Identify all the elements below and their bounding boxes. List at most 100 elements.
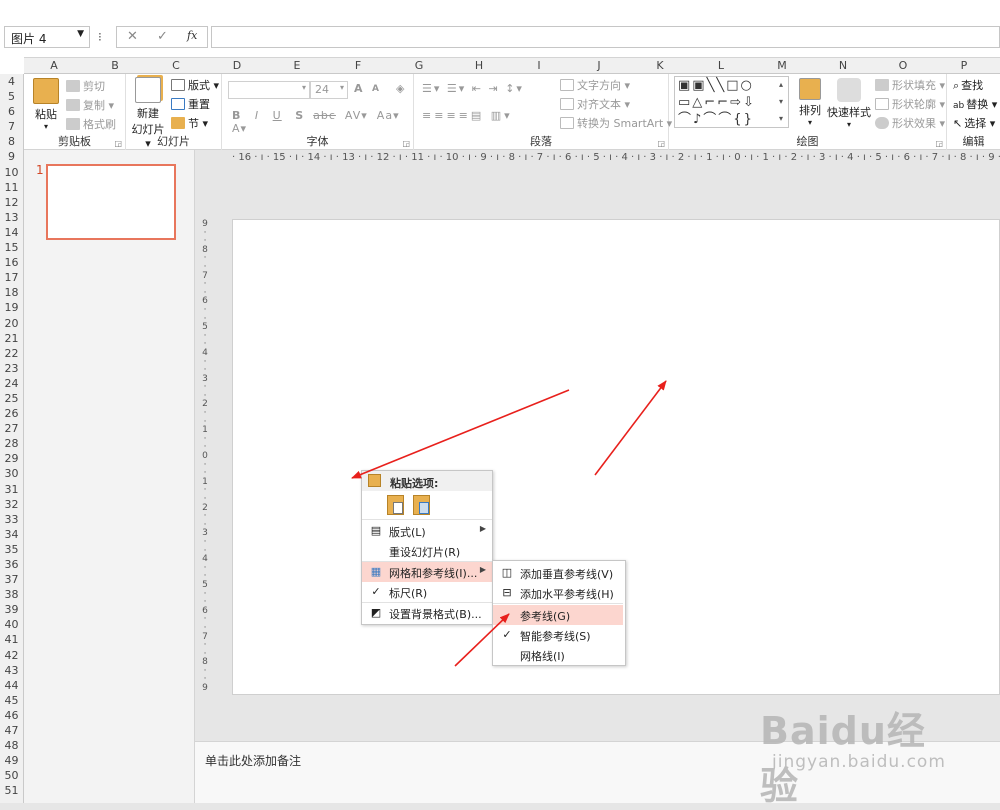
justify-icon[interactable]: ≡ [459, 109, 471, 122]
row-header[interactable]: 46 [0, 708, 23, 723]
find-button[interactable]: ⌕ 查找 [953, 77, 983, 93]
column-header[interactable]: C [170, 59, 182, 72]
dialog-launcher-icon[interactable]: ◲ [402, 139, 410, 148]
slide-thumbnail[interactable] [46, 164, 176, 240]
quick-styles-button[interactable]: 快速样式 ▾ [827, 78, 871, 129]
row-header[interactable]: 13 [0, 210, 23, 225]
row-header[interactable]: 5 [0, 89, 23, 104]
row-header[interactable]: 21 [0, 331, 23, 346]
row-header[interactable]: 24 [0, 376, 23, 391]
column-header[interactable]: H [473, 59, 485, 72]
menu-item-gridlines[interactable]: 网格线(I) [493, 645, 623, 665]
row-header[interactable]: 30 [0, 466, 23, 481]
column-header[interactable]: D [231, 59, 243, 72]
column-header[interactable]: P [958, 59, 970, 72]
char-spacing-button[interactable]: AV [345, 109, 361, 122]
menu-item-layout[interactable]: ▤ 版式(L) ▶ [362, 521, 492, 541]
row-header[interactable]: 9 [0, 149, 23, 164]
row-header[interactable]: 51 [0, 783, 23, 798]
shape-effects-button[interactable]: 形状效果 ▾ [875, 115, 945, 131]
shape-outline-button[interactable]: 形状轮廓 ▾ [875, 96, 945, 112]
cut-button[interactable]: 剪切 [66, 78, 105, 94]
menu-item-add-vertical-guide[interactable]: ◫ 添加垂直参考线(V) [493, 563, 623, 583]
row-header[interactable]: 40 [0, 617, 23, 632]
menu-item-ruler[interactable]: ✓ 标尺(R) [362, 582, 492, 602]
menu-item-format-background[interactable]: ◩ 设置背景格式(B)... [362, 603, 492, 623]
menu-item-grid-guides[interactable]: ▦ 网格和参考线(I)... ▶ [362, 562, 492, 582]
column-header[interactable]: J [593, 59, 605, 72]
align-left-icon[interactable]: ≡ [422, 109, 434, 122]
row-header[interactable]: 37 [0, 572, 23, 587]
shrink-font-button[interactable]: A [372, 84, 379, 94]
underline-button[interactable]: U [273, 109, 282, 122]
dialog-launcher-icon[interactable]: ◲ [935, 139, 943, 148]
layout-button[interactable]: 版式 ▾ [171, 77, 219, 93]
row-header[interactable]: 42 [0, 648, 23, 663]
column-header[interactable]: K [654, 59, 666, 72]
row-header[interactable]: 43 [0, 663, 23, 678]
shape-fill-button[interactable]: 形状填充 ▾ [875, 77, 945, 93]
bullets-icon[interactable]: ☰▾ [422, 82, 441, 95]
vertical-ruler[interactable]: 9 · · 8 · · 7 · · 6 · · 5 · · 4 · · 3 · · 2 · · 1 · · 0 · · 1 · · 2 · · 3 · · 4… [198, 220, 212, 694]
distribute-icon[interactable]: ▤ [471, 109, 484, 122]
bold-button[interactable]: B [232, 109, 241, 122]
column-header[interactable]: M [776, 59, 788, 72]
smartart-button[interactable]: 转换为 SmartArt ▾ [560, 115, 672, 131]
row-header[interactable]: 26 [0, 406, 23, 421]
columns-icon[interactable]: ▥▾ [491, 109, 513, 122]
chevron-down-icon[interactable]: ▼ [77, 29, 84, 39]
row-header[interactable]: 32 [0, 497, 23, 512]
row-header[interactable]: 7 [0, 119, 23, 134]
row-header[interactable]: 8 [0, 134, 23, 149]
row-header[interactable]: 20 [0, 316, 23, 331]
shadow-button[interactable]: S [295, 109, 304, 122]
align-text-button[interactable]: 对齐文本 ▾ [560, 96, 630, 112]
dialog-launcher-icon[interactable]: ◲ [114, 139, 122, 148]
more-icon[interactable]: ⁝ [98, 30, 102, 44]
menu-item-add-horizontal-guide[interactable]: ⊟ 添加水平参考线(H) [493, 583, 623, 603]
dialog-launcher-icon[interactable]: ◲ [657, 139, 665, 148]
row-header[interactable]: 11 [0, 180, 23, 195]
increase-indent-icon[interactable]: ⇥ [489, 82, 500, 95]
arrange-button[interactable]: 排列 ▾ [795, 78, 825, 127]
column-header[interactable]: E [291, 59, 303, 72]
paste-keep-format-icon[interactable] [387, 495, 404, 515]
row-header[interactable]: 45 [0, 693, 23, 708]
column-header[interactable]: A [48, 59, 60, 72]
row-header[interactable]: 28 [0, 436, 23, 451]
row-header[interactable]: 48 [0, 738, 23, 753]
cancel-icon[interactable]: ✕ [127, 29, 138, 44]
row-header[interactable]: 27 [0, 421, 23, 436]
row-header[interactable]: 31 [0, 482, 23, 497]
row-header[interactable]: 49 [0, 753, 23, 768]
row-header[interactable]: 41 [0, 632, 23, 647]
menu-item-smart-guides[interactable]: ✓ 智能参考线(S) [493, 625, 623, 645]
row-header[interactable]: 35 [0, 542, 23, 557]
row-header[interactable]: 16 [0, 255, 23, 270]
enter-icon[interactable]: ✓ [157, 29, 168, 44]
text-direction-button[interactable]: 文字方向 ▾ [560, 77, 630, 93]
function-icon[interactable]: fx [187, 29, 197, 42]
row-header[interactable]: 25 [0, 391, 23, 406]
row-header[interactable]: 12 [0, 195, 23, 210]
gallery-scroll[interactable]: ▴ ▾ ▾ [779, 76, 789, 127]
strikethrough-button[interactable]: abc [313, 109, 336, 122]
column-header[interactable]: N [837, 59, 849, 72]
reset-button[interactable]: 重置 [171, 96, 210, 112]
row-header[interactable]: 15 [0, 240, 23, 255]
format-painter-button[interactable]: 格式刷 [66, 116, 116, 132]
row-header[interactable]: 36 [0, 557, 23, 572]
column-header[interactable]: O [897, 59, 909, 72]
row-header[interactable]: 44 [0, 678, 23, 693]
row-header[interactable]: 23 [0, 361, 23, 376]
decrease-indent-icon[interactable]: ⇤ [472, 82, 483, 95]
column-header[interactable]: B [109, 59, 121, 72]
menu-item-reset-slide[interactable]: 重设幻灯片(R) [362, 541, 492, 561]
paste-picture-icon[interactable] [413, 495, 430, 515]
row-header[interactable]: 19 [0, 300, 23, 315]
line-spacing-icon[interactable]: ↕▾ [505, 82, 524, 95]
clear-format-icon[interactable]: ◈ [396, 82, 404, 95]
row-header[interactable]: 17 [0, 270, 23, 285]
column-header[interactable]: L [715, 59, 727, 72]
section-button[interactable]: 节 ▾ [171, 115, 208, 131]
